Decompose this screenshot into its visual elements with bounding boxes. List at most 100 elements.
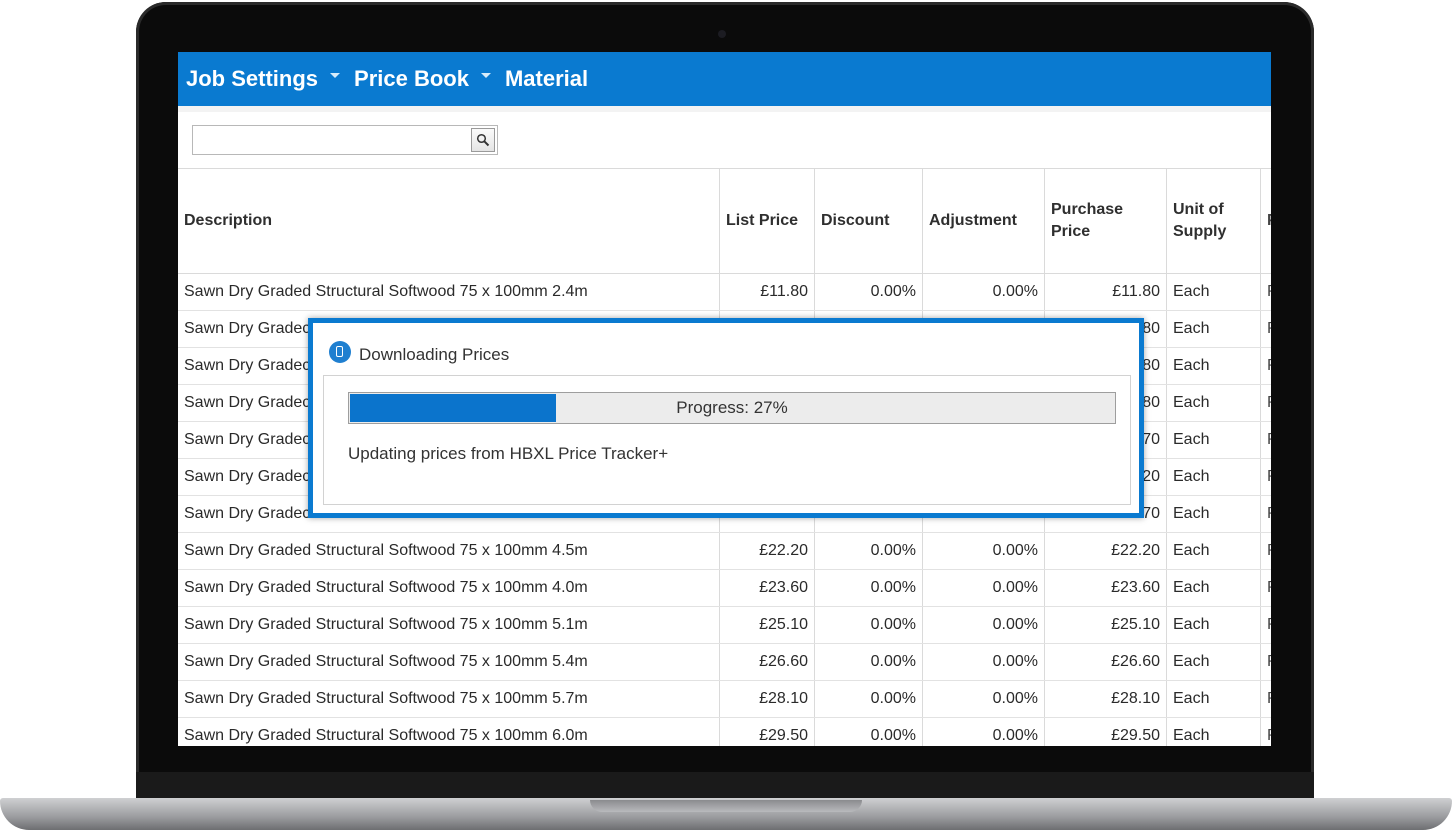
cell-truncated: P <box>1261 311 1271 347</box>
cell-truncated: P <box>1261 570 1271 606</box>
cell-discount: 0.00% <box>815 533 923 569</box>
cell-unit-of-supply: Each <box>1167 422 1261 458</box>
cell-list-price: £23.60 <box>720 570 815 606</box>
downloading-prices-dialog: Downloading Prices Progress: 27% Updatin… <box>308 318 1144 518</box>
nav-price-book-label: Price Book <box>354 66 469 91</box>
cell-unit-of-supply: Each <box>1167 681 1261 717</box>
cell-unit-of-supply: Each <box>1167 718 1261 746</box>
cell-description: Sawn Dry Graded Structural Softwood 75 x… <box>178 681 720 717</box>
cell-truncated: P <box>1261 385 1271 421</box>
cell-unit-of-supply: Each <box>1167 533 1261 569</box>
cell-purchase-price: £29.50 <box>1045 718 1167 746</box>
cell-unit-of-supply: Each <box>1167 607 1261 643</box>
cell-purchase-price: £23.60 <box>1045 570 1167 606</box>
header-unit-of-supply[interactable]: Unit of Supply <box>1167 169 1261 273</box>
cell-discount: 0.00% <box>815 681 923 717</box>
status-text: Updating prices from HBXL Price Tracker+ <box>348 444 669 463</box>
breadcrumb-bar: Job Settings Price Book Material <box>178 52 1271 106</box>
cell-purchase-price: £28.10 <box>1045 681 1167 717</box>
progress-bar: Progress: 27% <box>348 392 1116 424</box>
webcam <box>718 30 726 38</box>
table-row[interactable]: Sawn Dry Graded Structural Softwood 75 x… <box>178 274 1271 311</box>
cell-truncated: P <box>1261 348 1271 384</box>
header-list-price[interactable]: List Price <box>720 169 815 273</box>
cell-unit-of-supply: Each <box>1167 385 1261 421</box>
laptop-chin <box>136 772 1314 800</box>
cell-purchase-price: £22.20 <box>1045 533 1167 569</box>
cell-list-price: £29.50 <box>720 718 815 746</box>
cell-description: Sawn Dry Graded Structural Softwood 75 x… <box>178 570 720 606</box>
cell-adjustment: 0.00% <box>923 607 1045 643</box>
cell-truncated: P <box>1261 533 1271 569</box>
search-input[interactable] <box>197 130 471 152</box>
nav-job-settings[interactable]: Job Settings <box>186 66 354 92</box>
search-button[interactable] <box>471 128 495 152</box>
table-row[interactable]: Sawn Dry Graded Structural Softwood 75 x… <box>178 570 1271 607</box>
search-icon <box>476 133 490 147</box>
cell-description: Sawn Dry Graded Structural Softwood 75 x… <box>178 644 720 680</box>
cell-discount: 0.00% <box>815 644 923 680</box>
app-screen: Job Settings Price Book Material Descrip… <box>178 52 1271 746</box>
cell-list-price: £22.20 <box>720 533 815 569</box>
nav-price-book[interactable]: Price Book <box>354 66 505 92</box>
cell-truncated: P <box>1261 496 1271 532</box>
cell-description: Sawn Dry Graded Structural Softwood 75 x… <box>178 607 720 643</box>
table-row[interactable]: Sawn Dry Graded Structural Softwood 75 x… <box>178 607 1271 644</box>
cell-description: Sawn Dry Graded Structural Softwood 75 x… <box>178 718 720 746</box>
table-row[interactable]: Sawn Dry Graded Structural Softwood 75 x… <box>178 644 1271 681</box>
header-truncated[interactable]: P <box>1261 169 1271 273</box>
cell-unit-of-supply: Each <box>1167 459 1261 495</box>
progress-label: Progress: 27% <box>676 398 788 417</box>
laptop-hinge-notch <box>590 800 862 812</box>
cell-truncated: P <box>1261 422 1271 458</box>
cell-discount: 0.00% <box>815 607 923 643</box>
cell-list-price: £25.10 <box>720 607 815 643</box>
cell-unit-of-supply: Each <box>1167 311 1261 347</box>
cell-list-price: £26.60 <box>720 644 815 680</box>
cell-truncated: P <box>1261 718 1271 746</box>
cell-truncated: P <box>1261 607 1271 643</box>
dialog-title: Downloading Prices <box>359 345 510 364</box>
cell-truncated: P <box>1261 274 1271 310</box>
cell-purchase-price: £25.10 <box>1045 607 1167 643</box>
header-adjustment[interactable]: Adjustment <box>923 169 1045 273</box>
header-description[interactable]: Description <box>178 169 720 273</box>
cell-truncated: P <box>1261 681 1271 717</box>
cell-description: Sawn Dry Graded Structural Softwood 75 x… <box>178 533 720 569</box>
cell-unit-of-supply: Each <box>1167 274 1261 310</box>
cell-adjustment: 0.00% <box>923 644 1045 680</box>
cell-truncated: P <box>1261 644 1271 680</box>
nav-material-label: Material <box>504 66 589 91</box>
cell-description: Sawn Dry Graded Structural Softwood 75 x… <box>178 274 720 310</box>
cell-adjustment: 0.00% <box>923 570 1045 606</box>
cell-adjustment: 0.00% <box>923 274 1045 310</box>
cell-unit-of-supply: Each <box>1167 348 1261 384</box>
cell-unit-of-supply: Each <box>1167 570 1261 606</box>
cell-discount: 0.00% <box>815 570 923 606</box>
cell-adjustment: 0.00% <box>923 718 1045 746</box>
table-row[interactable]: Sawn Dry Graded Structural Softwood 75 x… <box>178 681 1271 718</box>
download-info-icon <box>329 341 351 363</box>
cell-purchase-price: £11.80 <box>1045 274 1167 310</box>
cell-discount: 0.00% <box>815 718 923 746</box>
cell-truncated: P <box>1261 459 1271 495</box>
cell-purchase-price: £26.60 <box>1045 644 1167 680</box>
toolbar-divider <box>178 106 1271 112</box>
dialog-body: Progress: 27% Updating prices from HBXL … <box>323 375 1131 505</box>
cell-unit-of-supply: Each <box>1167 496 1261 532</box>
cell-list-price: £28.10 <box>720 681 815 717</box>
cell-adjustment: 0.00% <box>923 681 1045 717</box>
search-box[interactable] <box>192 125 498 155</box>
nav-job-settings-label: Job Settings <box>186 66 319 91</box>
cell-unit-of-supply: Each <box>1167 644 1261 680</box>
nav-material[interactable]: Material <box>505 66 588 92</box>
table-row[interactable]: Sawn Dry Graded Structural Softwood 75 x… <box>178 718 1271 746</box>
cell-list-price: £11.80 <box>720 274 815 310</box>
chevron-down-icon[interactable] <box>480 72 491 78</box>
header-discount[interactable]: Discount <box>815 169 923 273</box>
cell-discount: 0.00% <box>815 274 923 310</box>
table-row[interactable]: Sawn Dry Graded Structural Softwood 75 x… <box>178 533 1271 570</box>
header-purchase-price[interactable]: Purchase Price <box>1045 169 1167 273</box>
cell-adjustment: 0.00% <box>923 533 1045 569</box>
chevron-down-icon[interactable] <box>330 72 341 78</box>
